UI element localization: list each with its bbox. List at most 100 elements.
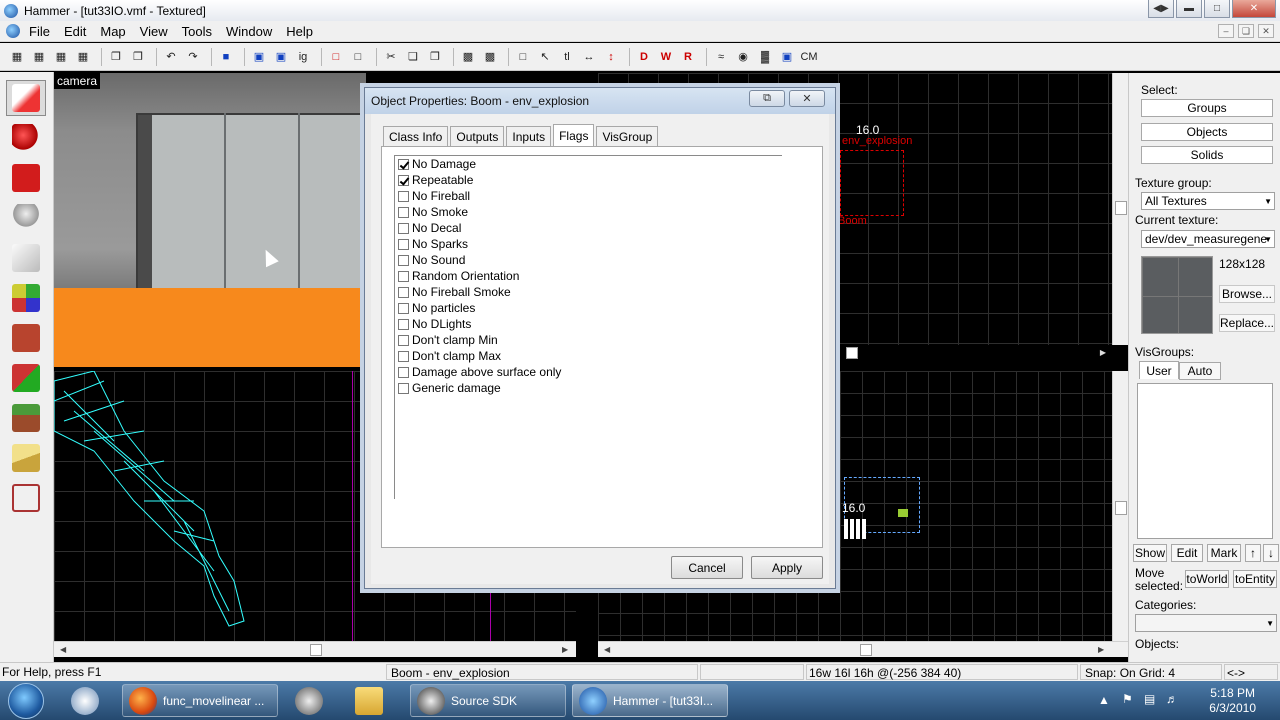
cordon-icon[interactable]: ▣	[778, 48, 796, 66]
magnify-tool[interactable]	[6, 120, 46, 156]
grid-3d-icon[interactable]: ▦	[74, 48, 92, 66]
visgroup-mark-button[interactable]: Mark	[1207, 544, 1241, 562]
menu-file[interactable]: File	[22, 24, 57, 39]
scroll-right-arrow-icon[interactable]: ▶	[1098, 645, 1104, 654]
move-down-arrow-icon[interactable]: ↓	[1263, 544, 1279, 562]
flag-checkbox[interactable]	[398, 270, 409, 282]
dialog-title-bar[interactable]: Object Properties: Boom - env_explosion …	[365, 88, 835, 114]
copy-icon[interactable]: ❏	[404, 48, 422, 66]
tab-inputs[interactable]: Inputs	[506, 126, 552, 146]
menu-window[interactable]: Window	[219, 24, 279, 39]
replace-button[interactable]: Replace...	[1219, 314, 1275, 332]
decal-tool[interactable]	[6, 360, 46, 396]
flag-item[interactable]: Don't clamp Max	[395, 348, 782, 364]
network-icon[interactable]: ▤	[1144, 692, 1155, 706]
task-hammer[interactable]: Hammer - [tut33I...	[572, 684, 728, 717]
flag-checkbox[interactable]	[398, 382, 409, 394]
select-objects-button[interactable]: Objects	[1141, 123, 1273, 141]
flag-item[interactable]: Random Orientation	[395, 268, 782, 284]
clock[interactable]: 5:18 PM 6/3/2010	[1209, 686, 1256, 716]
cut-icon[interactable]: ✂	[382, 48, 400, 66]
block-tool[interactable]	[6, 240, 46, 276]
to-entity-button[interactable]: toEntity	[1233, 570, 1277, 588]
wireframe-icon[interactable]: ▓	[756, 48, 774, 66]
flag-item[interactable]: Damage above surface only	[395, 364, 782, 380]
visgroup-list[interactable]	[1137, 383, 1273, 539]
action-center-flag-icon[interactable]: ⚑	[1122, 692, 1133, 706]
group-icon[interactable]: ❐	[107, 48, 125, 66]
task-firefox[interactable]: func_movelinear ...	[122, 684, 278, 717]
grid-icon[interactable]: ▦	[8, 48, 26, 66]
texture-tl-icon[interactable]: tl	[558, 48, 576, 66]
grid-smaller-icon[interactable]: ▦	[30, 48, 48, 66]
flag-item[interactable]: No Fireball	[395, 188, 782, 204]
vertex-tool[interactable]	[6, 480, 46, 516]
paste-icon[interactable]: ❐	[426, 48, 444, 66]
menu-edit[interactable]: Edit	[57, 24, 93, 39]
ungroup-icon[interactable]: ❐	[129, 48, 147, 66]
flag-checkbox[interactable]	[398, 254, 409, 266]
visgroup-auto-tab[interactable]: Auto	[1179, 362, 1221, 380]
tab-outputs[interactable]: Outputs	[450, 126, 505, 146]
entity-inputs-icon[interactable]: R	[679, 48, 697, 66]
apply-texture-tool[interactable]	[6, 320, 46, 356]
side-view-hscrollbar[interactable]: ◀ ▶	[54, 641, 576, 657]
scroll-thumb[interactable]	[860, 644, 872, 656]
cancel-button[interactable]: Cancel	[671, 556, 743, 579]
mdi-restore-button[interactable]: ❏	[1238, 24, 1254, 38]
flag-checkbox[interactable]	[398, 206, 409, 218]
close-button[interactable]: ✕	[1232, 0, 1276, 18]
scroll-left-arrow-icon[interactable]: ◀	[604, 645, 610, 654]
select-solids-button[interactable]: Solids	[1141, 146, 1273, 164]
flag-item[interactable]: No Decal	[395, 220, 782, 236]
flag-checkbox[interactable]	[398, 222, 409, 234]
texture-preview[interactable]	[1141, 256, 1213, 334]
entity-report-icon[interactable]: D	[635, 48, 653, 66]
select-groups-button[interactable]: Groups	[1141, 99, 1273, 117]
flag-item[interactable]: No DLights	[395, 316, 782, 332]
selection-tool[interactable]	[6, 80, 46, 116]
explorer-icon[interactable]	[346, 684, 398, 717]
show-hidden-icons-icon[interactable]: ▲	[1098, 693, 1110, 707]
flag-item[interactable]: No particles	[395, 300, 782, 316]
mdi-minimize-button[interactable]: –	[1218, 24, 1234, 38]
move-up-arrow-icon[interactable]: ↑	[1245, 544, 1261, 562]
show-icon[interactable]: ▣	[272, 48, 290, 66]
tab-visgroup[interactable]: VisGroup	[596, 126, 659, 146]
menu-help[interactable]: Help	[279, 24, 320, 39]
maximize-button[interactable]: □	[1204, 0, 1230, 18]
top-view-vscrollbar[interactable]	[1112, 73, 1128, 345]
hide-icon[interactable]: ▣	[250, 48, 268, 66]
restore-arrows-icon[interactable]: ◀▶	[1148, 0, 1174, 18]
top-view-hscrollbar[interactable]: ▶	[834, 345, 1128, 361]
task-source-sdk[interactable]: Source SDK	[410, 684, 566, 717]
toggle-models-icon[interactable]: ▩	[481, 48, 499, 66]
visgroup-edit-button[interactable]: Edit	[1171, 544, 1203, 562]
flag-checkbox[interactable]	[398, 174, 409, 186]
undo-icon[interactable]: ↶	[162, 48, 180, 66]
flag-checkbox[interactable]	[398, 238, 409, 250]
redo-icon[interactable]: ↷	[184, 48, 202, 66]
front-view-vscrollbar[interactable]	[1112, 371, 1128, 641]
mdi-close-button[interactable]: ✕	[1258, 24, 1274, 38]
front-view-hscrollbar[interactable]: ◀ ▶	[598, 641, 1128, 657]
entity-outputs-icon[interactable]: W	[657, 48, 675, 66]
ignore-groups-icon[interactable]: ig	[294, 48, 312, 66]
flag-checkbox[interactable]	[398, 350, 409, 362]
flag-item[interactable]: No Fireball Smoke	[395, 284, 782, 300]
carve-icon[interactable]: ■	[217, 48, 235, 66]
flag-item[interactable]: No Damage	[395, 156, 782, 172]
scroll-thumb[interactable]	[1115, 501, 1127, 515]
flag-checkbox[interactable]	[398, 158, 409, 170]
flip-horizontal-icon[interactable]: ↔	[580, 48, 598, 66]
flag-checkbox[interactable]	[398, 190, 409, 202]
flag-checkbox[interactable]	[398, 334, 409, 346]
grid-larger-icon[interactable]: ▦	[52, 48, 70, 66]
select-by-handles-icon[interactable]: ↖	[536, 48, 554, 66]
current-texture-select[interactable]: dev/dev_measuregene ▼	[1141, 230, 1275, 248]
scroll-thumb[interactable]	[1115, 201, 1127, 215]
menu-tools[interactable]: Tools	[175, 24, 219, 39]
texture-scale-lock-icon[interactable]: □	[349, 48, 367, 66]
start-button[interactable]	[8, 683, 44, 719]
texture-lock-icon[interactable]: □	[327, 48, 345, 66]
